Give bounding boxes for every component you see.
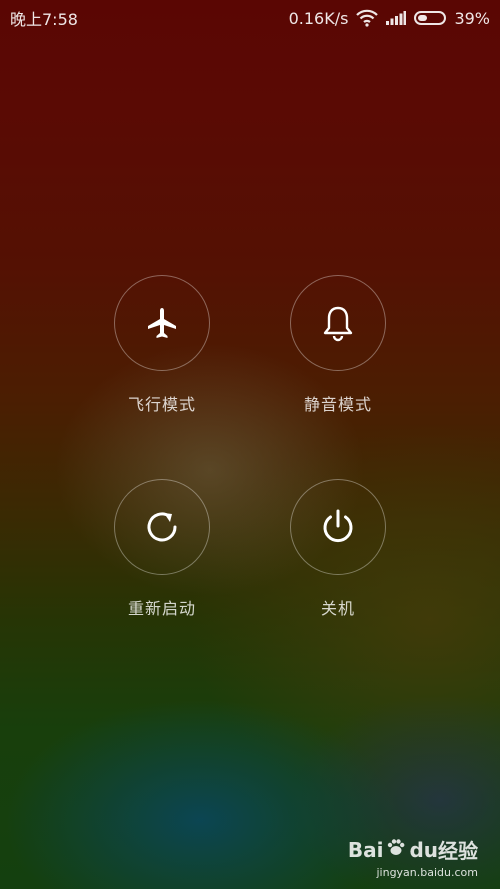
status-time: 晚上7:58 — [10, 10, 78, 29]
airplane-mode-label: 飞行模式 — [127, 395, 196, 414]
power-icon — [323, 509, 353, 543]
baidu-logo: Bai du 经验 — [348, 835, 478, 864]
baidu-logo-du: du — [409, 837, 438, 862]
baidu-jingyan-watermark: Bai du 经验 jingyan.baidu.com — [348, 835, 478, 880]
paw-icon — [386, 837, 406, 862]
silent-mode-option[interactable]: 静音模式 — [268, 275, 408, 415]
silent-mode-label: 静音模式 — [303, 395, 372, 414]
reboot-option[interactable]: 重新启动 — [92, 479, 232, 619]
wifi-icon — [356, 9, 379, 27]
baidu-logo-bai: Bai — [347, 837, 384, 862]
airplane-mode-button[interactable] — [114, 275, 210, 371]
status-bar: 晚上7:58 0.16K/s 39% — [0, 0, 500, 36]
battery-icon — [414, 11, 447, 25]
reboot-label: 重新启动 — [127, 599, 196, 618]
bell-icon — [323, 306, 353, 342]
baidu-logo-suffix: 经验 — [438, 839, 478, 863]
battery-level — [418, 15, 428, 21]
airplane-mode-option[interactable]: 飞行模式 — [92, 275, 232, 415]
silent-mode-button[interactable] — [290, 275, 386, 371]
power-off-button[interactable] — [290, 479, 386, 575]
watermark-url: jingyan.baidu.com — [376, 866, 478, 879]
signal-icon — [386, 11, 407, 25]
power-off-option[interactable]: 关机 — [268, 479, 408, 619]
airplane-icon — [148, 308, 176, 338]
reboot-button[interactable] — [114, 479, 210, 575]
power-off-label: 关机 — [320, 599, 355, 618]
network-speed: 0.16K/s — [288, 8, 349, 28]
restart-icon — [147, 512, 177, 542]
battery-percent: 39% — [454, 8, 490, 28]
